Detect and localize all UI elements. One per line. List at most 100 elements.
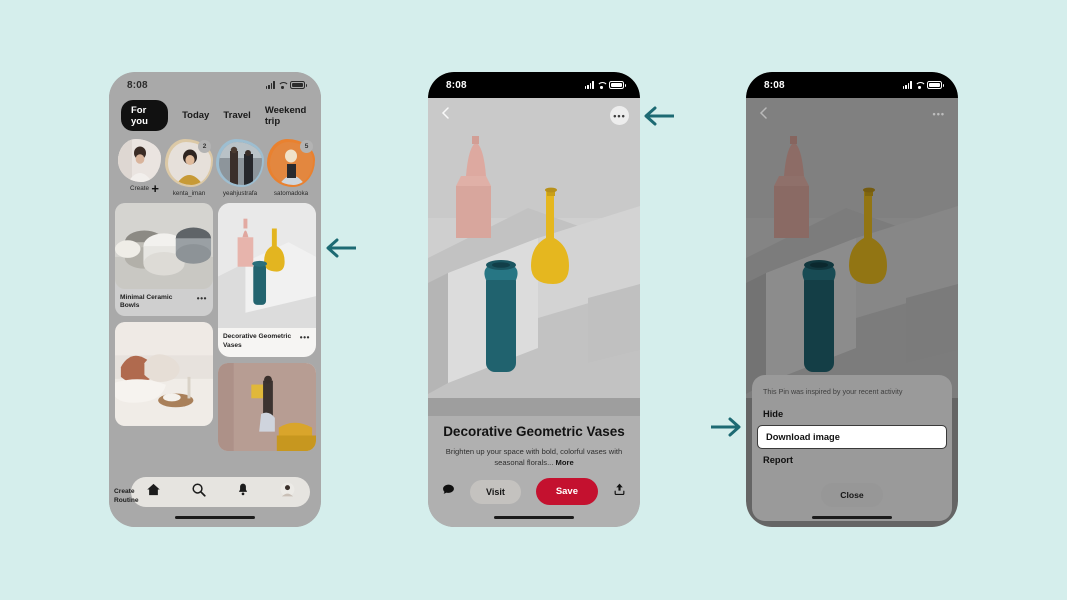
action-sheet-note: This Pin was inspired by your recent act… [763,387,903,396]
action-sheet-item-report[interactable]: Report [752,449,952,471]
story-yeahjustrafa[interactable]: yeahjustrafa [216,139,264,197]
signal-bars-icon [584,81,594,89]
pin-title: Decorative Geometric Vases [443,424,625,440]
story-satomadoka[interactable]: 5 satomadoka [267,139,315,197]
status-bar-2: 8:08 [428,72,640,98]
pin-description-text: Brighten up your space with bold, colorf… [445,447,623,467]
phone-2-pin-detail: 8:08 ••• Decorative Geometric Vases Brig… [428,72,640,527]
phone-3-screen: 8:08 ••• This Pin was inspired by your r… [746,72,958,527]
bottom-nav-bar[interactable] [131,477,310,507]
feed-tab-bar[interactable]: For you Today Travel Weekend trip [109,98,321,137]
arrow-to-download-image [710,416,742,443]
pin-column-right: Decorative Geometric Vases ••• [218,203,316,452]
arrow-left-icon [644,106,674,126]
nav-profile[interactable] [280,482,295,502]
phone-2-screen: 8:08 ••• Decorative Geometric Vases Brig… [428,72,640,527]
back-button[interactable] [440,106,453,119]
save-button[interactable]: Save [535,478,598,505]
phone-3-action-sheet: 8:08 ••• This Pin was inspired by your r… [746,72,958,527]
tab-today[interactable]: Today [182,110,209,121]
home-indicator-2 [494,515,574,519]
pin-overflow-icon[interactable]: ••• [300,333,310,342]
arrow-to-pin-card [325,237,357,264]
pin-grid: Minimal Ceramic Bowls ••• Decorative Geo… [109,197,321,452]
pin-detail-footer: Decorative Geometric Vases Brighten up y… [428,416,640,527]
story-kenta-iman[interactable]: 2 kenta_iman [165,139,213,197]
create-plus-icon[interactable]: + [151,182,159,195]
pin-image [115,321,213,426]
battery-icon [290,81,307,89]
action-sheet-item-download-image[interactable]: Download image [757,425,947,449]
more-link[interactable]: More [556,458,574,467]
overflow-menu-button[interactable]: ••• [933,109,945,119]
status-time: 8:08 [127,79,148,91]
pin-card-decorative-geometric-vases[interactable]: Decorative Geometric Vases ••• [218,203,316,357]
vases-photo [428,98,640,398]
visit-button[interactable]: Visit [469,479,521,504]
nav-notifications[interactable] [236,482,250,502]
phone-1-screen: 8:08 For you Today Travel Weekend trip +… [109,72,321,527]
battery-icon [927,81,944,89]
overflow-menu-button[interactable]: ••• [610,106,629,125]
pin-meta: Decorative Geometric Vases ••• [218,328,316,354]
status-time: 8:08 [446,79,467,91]
story-row: + Create 2 kenta_iman yeahjustrafa 5 sat… [109,137,321,197]
arrow-left-icon [326,238,356,258]
wifi-icon [597,81,606,89]
pin-card-wall-art[interactable] [218,362,316,452]
avatar [218,141,262,185]
nav-search[interactable] [191,482,206,502]
back-button[interactable] [758,106,771,119]
pin-description: Brighten up your space with bold, colorf… [440,446,628,468]
arrow-to-overflow-menu [643,105,675,132]
pin-card-bedroom[interactable] [115,321,213,426]
story-label: kenta_iman [172,190,206,197]
pin-image [115,203,213,290]
wifi-icon [278,81,287,89]
battery-icon [609,81,626,89]
story-badge: 2 [198,140,211,153]
status-bar-3: 8:08 [746,72,958,98]
story-ring [216,139,264,187]
arrow-right-icon [711,417,741,437]
ellipsis-icon: ••• [932,109,945,119]
home-indicator-3 [812,515,892,519]
pin-action-row: Visit Save [440,478,628,505]
avatar-icon [280,482,295,497]
person-photo [118,139,161,182]
ellipsis-icon: ••• [613,110,626,121]
pin-column-left: Minimal Ceramic Bowls ••• [115,203,213,451]
bell-icon [238,483,248,496]
signal-bars-icon [902,81,912,89]
pin-overflow-icon[interactable]: ••• [197,294,207,303]
pin-image [218,362,316,452]
wifi-icon [915,81,924,89]
tab-for-you[interactable]: For you [121,100,169,131]
tab-travel[interactable]: Travel [223,110,250,121]
person-photo [218,141,262,185]
story-label: yeahjustrafa [222,190,258,197]
share-icon [614,483,625,496]
tab-weekend-trip[interactable]: Weekend trip [265,105,311,127]
share-button[interactable] [613,482,626,501]
status-icons [902,81,944,89]
story-create[interactable]: + Create [117,139,162,197]
home-indicator-1 [175,515,255,519]
story-badge: 5 [300,140,313,153]
pin-card-minimal-ceramic-bowls[interactable]: Minimal Ceramic Bowls ••• [115,203,213,316]
signal-bars-icon [265,81,275,89]
avatar [118,139,161,182]
comment-icon [443,484,454,494]
chevron-left-icon [441,107,449,119]
search-icon [192,483,206,497]
phone-1-home-feed: 8:08 For you Today Travel Weekend trip +… [109,72,321,527]
pin-image [218,203,316,329]
pin-title: Decorative Geometric Vases [223,333,292,349]
screenshot-canvas: 8:08 For you Today Travel Weekend trip +… [0,0,1067,600]
comment-button[interactable] [442,483,455,501]
create-routine-label[interactable]: Create Routine [114,488,154,506]
close-button[interactable]: Close [821,483,883,507]
action-sheet-item-hide[interactable]: Hide [752,403,952,425]
pin-meta: Minimal Ceramic Bowls ••• [115,289,213,315]
pin-title: Minimal Ceramic Bowls [120,294,173,310]
